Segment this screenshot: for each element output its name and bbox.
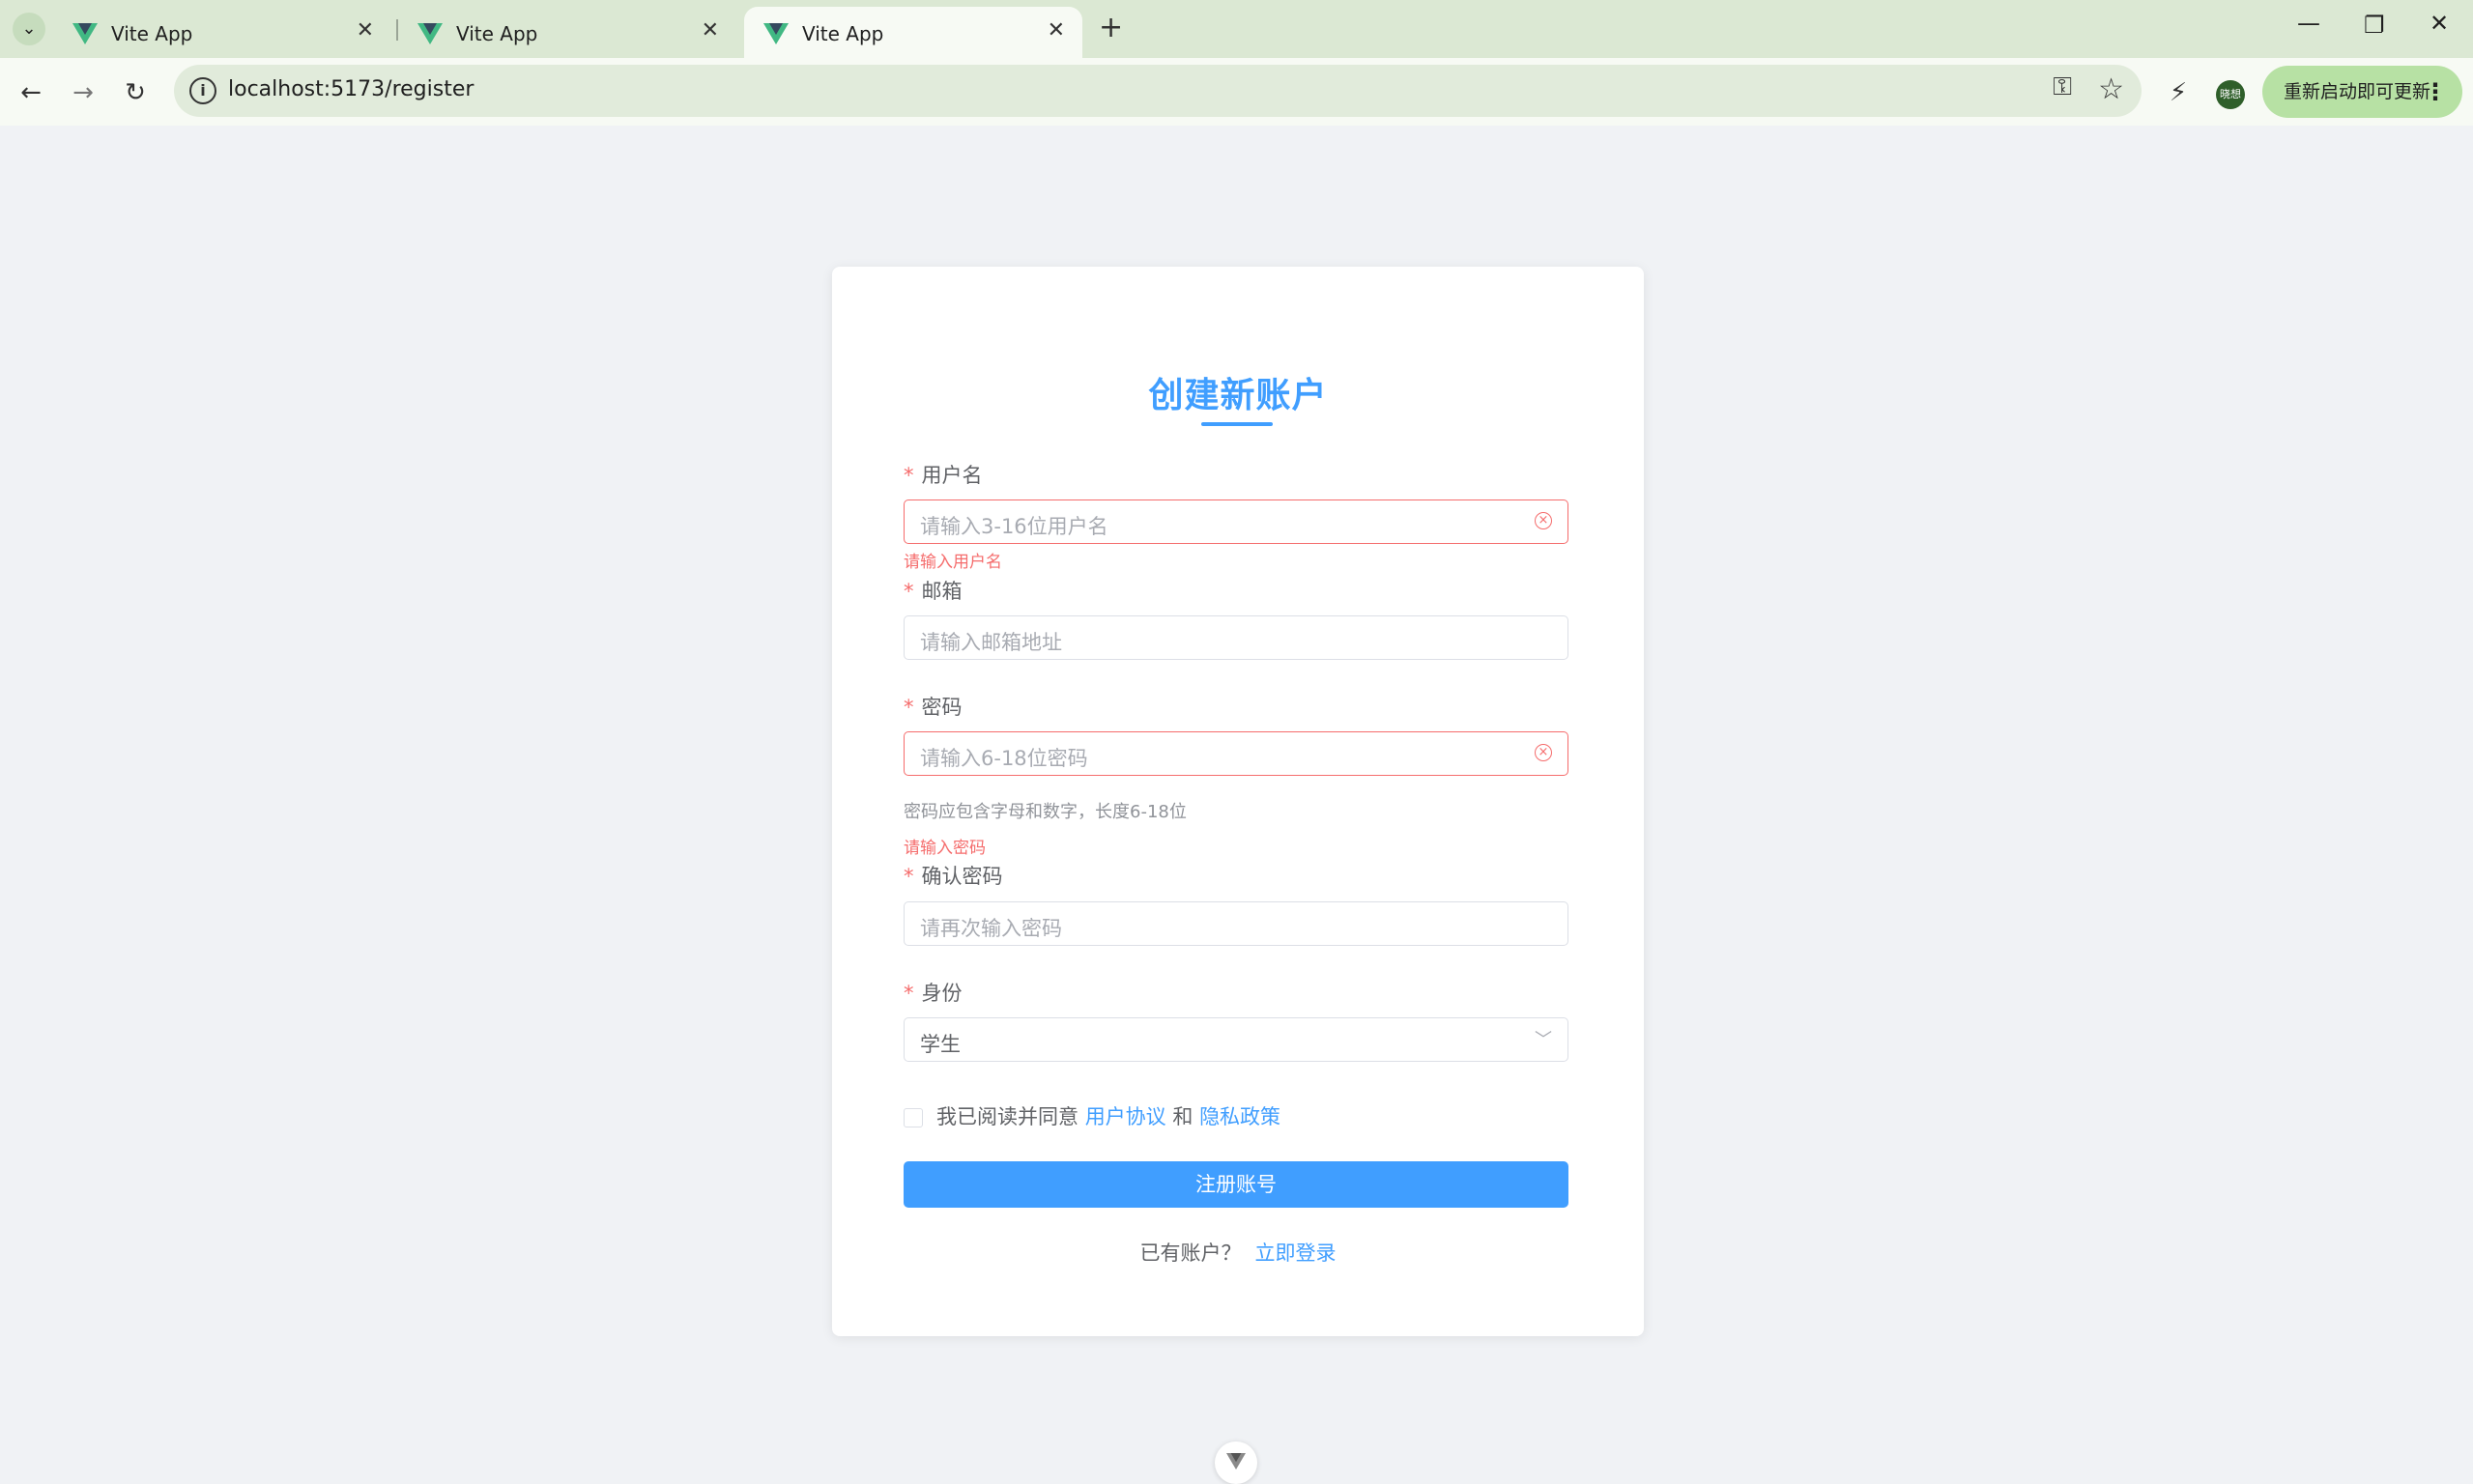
update-button-label: 重新启动即可更新 [2284, 81, 2431, 102]
agreement-and: 和 [1172, 1105, 1193, 1128]
password-input[interactable]: 请输入6-18位密码 × [904, 731, 1568, 776]
agreement-checkbox[interactable] [904, 1108, 923, 1127]
role-label: * 身份 [904, 982, 963, 1005]
vue-logo-icon [72, 23, 98, 44]
page-title: 创建新账户 [1148, 376, 1328, 415]
more-menu-icon[interactable]: ⋮ [2424, 66, 2447, 118]
browser-tab-active[interactable]: Vite App ✕ [744, 7, 1082, 58]
bookmark-star-icon[interactable]: ☆ [2098, 72, 2124, 106]
terms-link[interactable]: 用户协议 [1085, 1105, 1166, 1128]
required-mark: * [904, 982, 914, 1005]
error-clear-icon[interactable]: × [1535, 744, 1552, 761]
avatar[interactable]: 晓想 [2216, 80, 2245, 109]
role-select[interactable]: 学生 ﹀ [904, 1017, 1568, 1062]
tab-title: Vite App [456, 22, 538, 45]
password-label: * 密码 [904, 696, 963, 719]
vue-logo-icon [763, 23, 789, 44]
restore-icon[interactable]: ❐ [2364, 12, 2385, 39]
confirm-password-label: * 确认密码 [904, 865, 1003, 888]
required-mark: * [904, 865, 914, 888]
reload-icon[interactable]: ↻ [116, 73, 155, 112]
login-prompt: 已有账户？ [1139, 1241, 1242, 1265]
login-link[interactable]: 立即登录 [1255, 1241, 1337, 1265]
browser-tab-bar: ⌄ Vite App ✕ Vite App ✕ Vite App ✕ + — ❐… [0, 0, 2473, 58]
title-underline [1201, 422, 1273, 426]
close-icon[interactable]: ✕ [1048, 18, 1065, 43]
username-label: * 用户名 [904, 464, 983, 487]
address-bar[interactable]: i localhost:5173/register ⚿ ☆ [174, 65, 2142, 117]
vue-logo-icon [417, 23, 443, 44]
close-icon[interactable]: ✕ [702, 18, 719, 43]
register-card: 创建新账户 * 用户名 请输入3-16位用户名 × 请输入用户名 * 邮箱 请输入邮… [832, 267, 1644, 1336]
minimize-icon[interactable]: — [2297, 10, 2320, 37]
back-icon[interactable]: ← [12, 73, 50, 112]
update-button[interactable]: 重新启动即可更新 ⋮ [2262, 66, 2462, 118]
new-tab-icon[interactable]: + [1099, 12, 1123, 44]
password-placeholder: 请输入6-18位密码 [920, 747, 1088, 770]
chevron-down-icon[interactable]: ﹀ [1535, 1026, 1552, 1051]
required-mark: * [904, 464, 914, 487]
email-input[interactable]: 请输入邮箱地址 [904, 615, 1568, 660]
confirm-password-input[interactable]: 请再次输入密码 [904, 901, 1568, 946]
password-hint: 密码应包含字母和数字，长度6-18位 [904, 802, 1187, 822]
browser-tab[interactable]: Vite App ✕ [398, 7, 736, 58]
site-info-icon[interactable]: i [189, 77, 216, 104]
username-placeholder: 请输入3-16位用户名 [920, 515, 1108, 538]
vue-devtools-button[interactable] [1215, 1441, 1257, 1484]
password-error: 请输入密码 [904, 839, 986, 858]
login-prompt-row: 已有账户？ 立即登录 [832, 1238, 1644, 1267]
role-selected-value: 学生 [920, 1033, 961, 1056]
performance-icon[interactable]: ⚡ [2159, 73, 2198, 112]
forward-icon[interactable]: → [64, 73, 102, 112]
username-error: 请输入用户名 [904, 553, 1002, 572]
tab-title: Vite App [111, 22, 193, 45]
error-clear-icon[interactable]: × [1535, 512, 1552, 529]
agreement-text: 我已阅读并同意 [936, 1105, 1078, 1128]
email-label: * 邮箱 [904, 580, 963, 603]
username-input[interactable]: 请输入3-16位用户名 × [904, 499, 1568, 544]
privacy-link[interactable]: 隐私政策 [1199, 1105, 1280, 1128]
confirm-password-placeholder: 请再次输入密码 [920, 917, 1062, 940]
tab-search-icon[interactable]: ⌄ [13, 13, 45, 45]
agreement-row: 我已阅读并同意 用户协议 和 隐私政策 [904, 1101, 1280, 1130]
browser-tab[interactable]: Vite App ✕ [53, 7, 391, 58]
tab-title: Vite App [802, 22, 884, 45]
url-text[interactable]: localhost:5173/register [228, 77, 474, 101]
required-mark: * [904, 696, 914, 719]
browser-toolbar: ← → ↻ i localhost:5173/register ⚿ ☆ ⚡ 晓想… [0, 58, 2473, 126]
close-icon[interactable]: ✕ [357, 18, 374, 43]
register-button[interactable]: 注册账号 [904, 1161, 1568, 1208]
email-placeholder: 请输入邮箱地址 [920, 631, 1062, 654]
window-close-icon[interactable]: ✕ [2430, 10, 2449, 37]
vue-logo-icon [1226, 1453, 1246, 1470]
required-mark: * [904, 580, 914, 603]
password-key-icon[interactable]: ⚿ [2053, 72, 2072, 102]
